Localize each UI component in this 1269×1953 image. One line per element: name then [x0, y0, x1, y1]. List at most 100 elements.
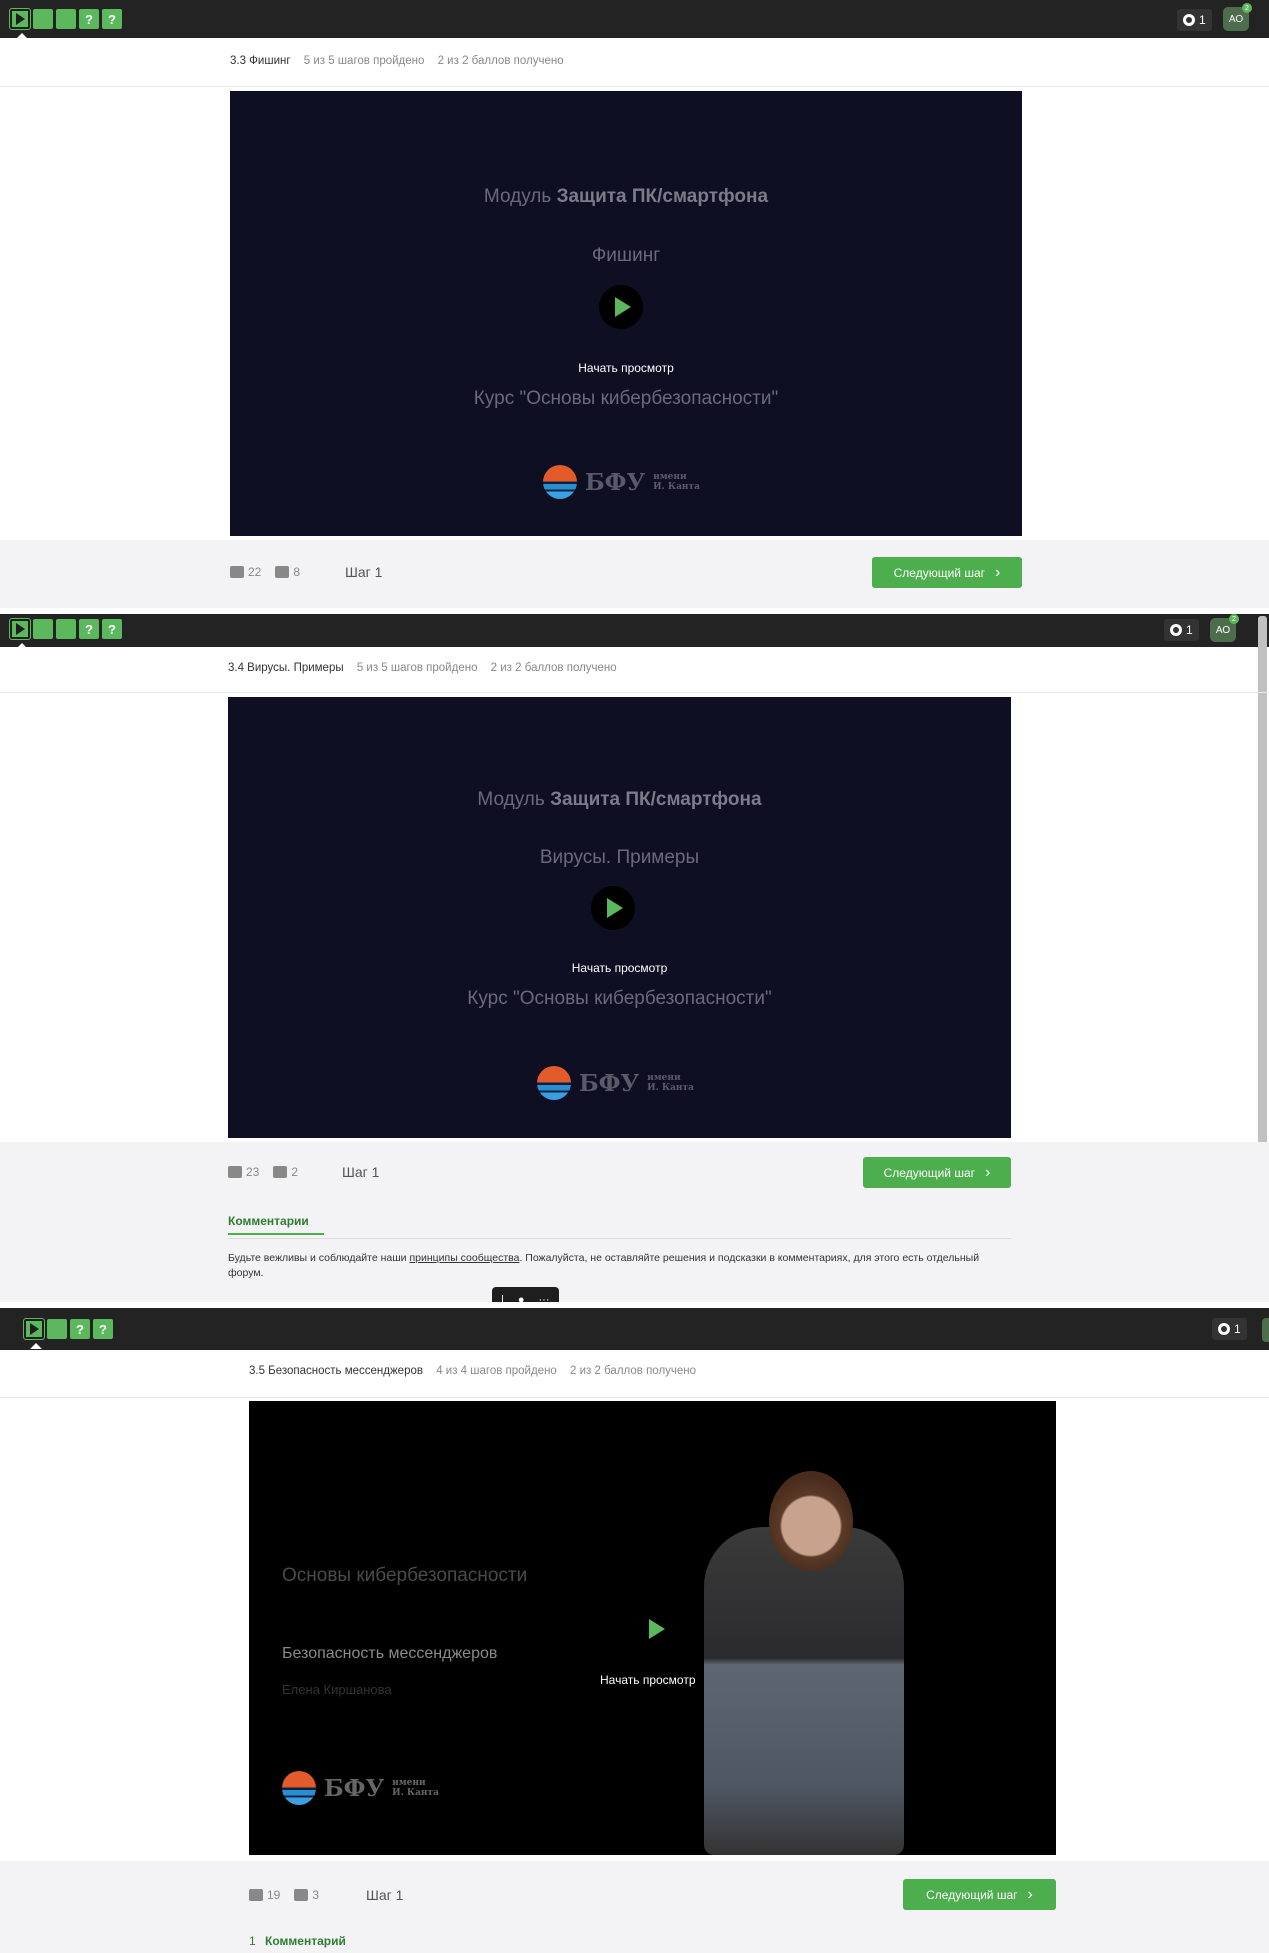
- dislike-button[interactable]: 3: [294, 1888, 319, 1902]
- lesson-heading: Безопасность мессенджеров: [282, 1645, 498, 1662]
- hint-count: 1: [1234, 1322, 1241, 1336]
- start-watching-label[interactable]: Начать просмотр: [228, 961, 1011, 975]
- cursor-icon[interactable]: |: [501, 1294, 504, 1302]
- next-step-label: Следующий шаг: [883, 1165, 976, 1180]
- dislike-button[interactable]: 8: [275, 565, 300, 579]
- top-navigation-bar: ? ? 1: [0, 1308, 1269, 1350]
- notification-badge: 2: [1229, 614, 1239, 624]
- step-5-quiz[interactable]: ?: [102, 9, 122, 29]
- divider: [228, 1238, 1011, 1239]
- hint-counter[interactable]: 1: [1177, 9, 1212, 31]
- avatar[interactable]: [1262, 1318, 1269, 1342]
- avatar-initials: АО: [1215, 624, 1231, 636]
- divider: [0, 86, 1269, 87]
- next-step-button[interactable]: Следующий шаг ›: [863, 1157, 1011, 1188]
- chevron-right-icon: ›: [985, 1163, 991, 1181]
- like-button[interactable]: 22: [230, 565, 261, 579]
- logo-sub-line-2: И. Канта: [392, 1788, 439, 1798]
- play-button[interactable]: [644, 1616, 670, 1642]
- chevron-right-icon: ›: [1027, 1885, 1033, 1903]
- like-count: 23: [246, 1165, 260, 1179]
- play-button[interactable]: [599, 285, 643, 329]
- hint-count: 1: [1186, 623, 1193, 637]
- university-logo: БФУ имени И. Канта: [543, 465, 700, 499]
- comments-label: Комментарий: [265, 1934, 346, 1948]
- step-label: Шаг 1: [366, 1887, 404, 1903]
- thumb-down-icon: [273, 1166, 288, 1178]
- play-icon: [615, 297, 631, 317]
- university-logo: БФУ имени И. Канта: [282, 1771, 439, 1805]
- microphone-icon[interactable]: ●: [518, 1294, 525, 1302]
- logo-sub-line-1: имени: [653, 472, 687, 482]
- panel-messengers: ? ? 1 3.5 Безопасность мессенджеров 4 из…: [0, 1308, 1269, 1953]
- play-icon: [15, 623, 25, 635]
- hint-icon: [1183, 14, 1195, 26]
- divider: [0, 1397, 1269, 1398]
- community-guidelines-link[interactable]: принципы сообщества: [409, 1252, 519, 1264]
- vote-controls: 22 8: [230, 565, 300, 579]
- question-icon: ?: [85, 621, 93, 637]
- step-4-quiz[interactable]: ?: [79, 9, 99, 29]
- step-1-video[interactable]: [9, 8, 31, 39]
- comments-tab-underline: [228, 1233, 324, 1235]
- step-4-quiz[interactable]: ?: [93, 1319, 113, 1339]
- university-logo: БФУ имени И. Канта: [537, 1066, 694, 1100]
- step-4-quiz[interactable]: ?: [79, 619, 99, 639]
- avatar[interactable]: АО 2: [1223, 3, 1252, 31]
- step-2[interactable]: [47, 1319, 67, 1339]
- avatar-initials: АО: [1228, 13, 1244, 25]
- step-2[interactable]: [33, 619, 53, 639]
- step-3-quiz[interactable]: ?: [70, 1319, 90, 1339]
- comments-link[interactable]: 1 Комментарий: [249, 1934, 346, 1948]
- logo-name: БФУ: [579, 1069, 640, 1097]
- score-progress: 2 из 2 баллов получено: [437, 55, 564, 67]
- step-1-video[interactable]: [23, 1318, 45, 1349]
- video-player[interactable]: Основы кибербезопасности Безопасность ме…: [249, 1401, 1056, 1855]
- question-icon: ?: [85, 11, 93, 27]
- community-guidelines-note: Будьте вежливы и соблюдайте наши принцип…: [228, 1251, 1008, 1281]
- comments-tab-label: Комментарии: [228, 1214, 309, 1228]
- avatar[interactable]: АО 2: [1210, 614, 1239, 642]
- panel-phishing: ? ? 1 АО 2 3.3 Фишинг 5 из 5 шагов пройд…: [0, 0, 1269, 608]
- dislike-button[interactable]: 2: [273, 1165, 298, 1179]
- top-navigation-bar: ? ? 1 АО 2: [0, 614, 1269, 649]
- hint-counter[interactable]: 1: [1212, 1318, 1247, 1340]
- scrollbar[interactable]: [1258, 616, 1267, 1230]
- play-icon: [29, 1323, 39, 1335]
- hint-count: 1: [1199, 13, 1206, 27]
- thumb-down-icon: [294, 1889, 309, 1901]
- logo-name: БФУ: [324, 1774, 385, 1802]
- step-2[interactable]: [33, 9, 53, 29]
- notification-badge: 2: [1242, 3, 1252, 13]
- step-3[interactable]: [56, 619, 76, 639]
- like-button[interactable]: 23: [228, 1165, 259, 1179]
- video-player[interactable]: Модуль Защита ПК/смартфона Фишинг Начать…: [230, 91, 1022, 536]
- lesson-title[interactable]: 3.3 Фишинг: [230, 55, 291, 67]
- start-watching-label[interactable]: Начать просмотр: [230, 361, 1022, 375]
- step-5-quiz[interactable]: ?: [102, 619, 122, 639]
- step-footer: 22 8 Шаг 1 Следующий шаг ›: [0, 540, 1269, 608]
- video-player[interactable]: Модуль Защита ПК/смартфона Вирусы. Приме…: [228, 697, 1011, 1138]
- next-step-label: Следующий шаг: [926, 1887, 1018, 1902]
- lesson-title[interactable]: 3.5 Безопасность мессенджеров: [249, 1365, 423, 1377]
- more-icon[interactable]: ···: [539, 1294, 550, 1302]
- score-progress: 2 из 2 баллов получено: [570, 1365, 697, 1377]
- step-navigation: ? ?: [9, 8, 122, 39]
- play-icon: [649, 1619, 665, 1639]
- module-prefix: Модуль: [477, 789, 545, 810]
- step-3[interactable]: [56, 9, 76, 29]
- note-text-before: Будьте вежливы и соблюдайте наши: [228, 1252, 410, 1264]
- chevron-right-icon: ›: [995, 563, 1001, 581]
- start-watching-label[interactable]: Начать просмотр: [600, 1673, 696, 1687]
- next-step-button[interactable]: Следующий шаг ›: [872, 557, 1022, 588]
- next-step-button[interactable]: Следующий шаг ›: [903, 1879, 1056, 1910]
- comments-tab[interactable]: Комментарии: [228, 1214, 324, 1235]
- step-1-video[interactable]: [9, 618, 31, 649]
- like-button[interactable]: 19: [249, 1888, 280, 1902]
- play-button[interactable]: [591, 886, 635, 930]
- presenter-head: [769, 1471, 853, 1571]
- logo-sub-line-2: И. Канта: [653, 482, 700, 492]
- dislike-count: 2: [291, 1165, 299, 1179]
- lesson-title[interactable]: 3.4 Вирусы. Примеры: [228, 662, 344, 674]
- hint-counter[interactable]: 1: [1164, 619, 1199, 641]
